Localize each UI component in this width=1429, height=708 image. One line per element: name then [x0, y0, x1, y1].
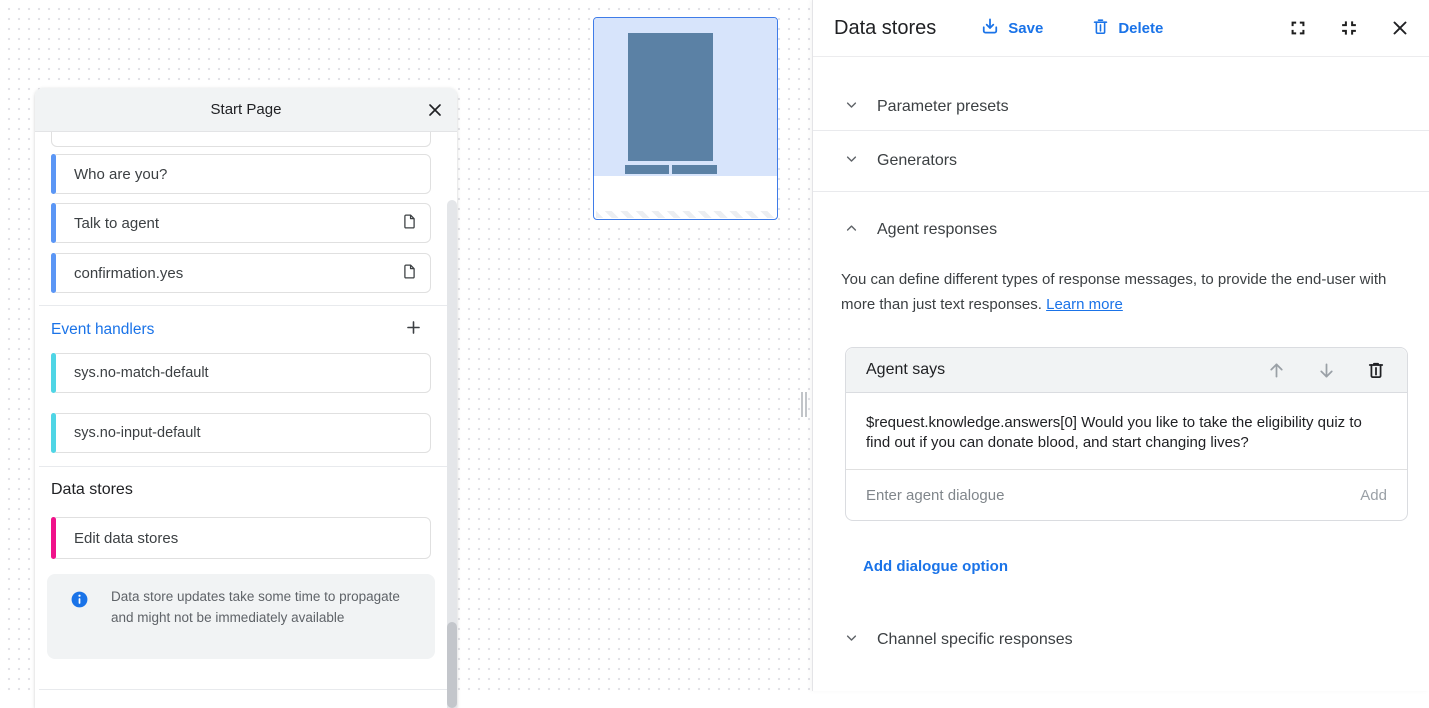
data-store-label: Edit data stores [74, 530, 178, 547]
event-handler-accent-bar [51, 413, 56, 453]
data-store-item[interactable]: Edit data stores [51, 517, 431, 559]
section-label: Channel specific responses [877, 631, 1073, 649]
save-button[interactable]: Save [980, 16, 1043, 40]
delete-label: Delete [1118, 20, 1163, 37]
minimap-node-bar [672, 165, 717, 174]
divider [39, 305, 457, 306]
panel-resize-handle[interactable] [805, 392, 807, 417]
start-page-header[interactable]: Start Page [35, 88, 457, 132]
chevron-up-icon [843, 219, 860, 241]
info-note-text: Data store updates take some time to pro… [111, 586, 411, 647]
scrollbar-track[interactable] [447, 200, 457, 708]
route-label: Who are you? [74, 166, 167, 183]
close-icon[interactable] [425, 100, 445, 120]
agent-responses-description: You can define different types of respon… [841, 267, 1419, 317]
start-page-card: Start Page Who are you? Talk to agent [35, 88, 457, 708]
route-accent-bar [51, 203, 56, 243]
section-agent-responses[interactable]: Agent responses [813, 192, 1429, 267]
flow-node-preview[interactable] [593, 17, 778, 220]
chevron-down-icon [843, 96, 860, 118]
save-icon [980, 16, 1000, 40]
agent-says-card: Agent says $request.knowledge.answers[0]… [845, 347, 1408, 521]
fullscreen-icon[interactable] [1287, 17, 1309, 39]
event-handlers-row: Event handlers [51, 315, 431, 345]
inspector-header: Data stores Save Delete [813, 0, 1429, 57]
add-dialogue-option-link[interactable]: Add dialogue option [863, 558, 1008, 575]
section-generators[interactable]: Generators [813, 131, 1429, 192]
agent-dialogue-text[interactable]: $request.knowledge.answers[0] Would you … [846, 393, 1407, 470]
agent-says-header: Agent says [846, 348, 1407, 393]
info-note: Data store updates take some time to pro… [47, 574, 435, 659]
event-handler-label: sys.no-input-default [74, 425, 201, 441]
event-handler-accent-bar [51, 353, 56, 393]
section-parameter-presets[interactable]: Parameter presets [813, 83, 1429, 131]
route-accent-bar [51, 154, 56, 194]
agent-dialogue-input[interactable] [866, 487, 1360, 504]
move-up-icon[interactable] [1265, 359, 1287, 381]
fullscreen-exit-icon[interactable] [1338, 17, 1360, 39]
chevron-down-icon [843, 150, 860, 172]
event-handler-item[interactable]: sys.no-match-default [51, 353, 431, 393]
section-label: Parameter presets [877, 98, 1009, 116]
move-down-icon[interactable] [1315, 359, 1337, 381]
event-handlers-heading[interactable]: Event handlers [51, 321, 154, 339]
delete-response-icon[interactable] [1365, 359, 1387, 381]
agent-dialogue-input-row: Add [846, 470, 1407, 520]
section-label: Generators [877, 152, 957, 170]
minimap-hatch-strip [596, 211, 775, 218]
page-icon [401, 213, 418, 234]
info-icon [47, 586, 111, 647]
event-handler-item[interactable]: sys.no-input-default [51, 413, 431, 453]
route-accent-bar [51, 253, 56, 293]
agent-says-title: Agent says [866, 361, 945, 379]
add-event-handler-icon[interactable] [404, 318, 423, 342]
route-label: confirmation.yes [74, 265, 183, 282]
data-stores-heading: Data stores [51, 479, 457, 501]
route-label: Talk to agent [74, 215, 159, 232]
data-store-accent-bar [51, 517, 56, 559]
learn-more-link[interactable]: Learn more [1046, 296, 1123, 313]
scrollbar-thumb[interactable] [447, 622, 457, 708]
route-item[interactable]: confirmation.yes [51, 253, 431, 293]
divider [39, 466, 457, 467]
chevron-down-icon [843, 629, 860, 651]
add-button[interactable]: Add [1360, 487, 1387, 504]
save-label: Save [1008, 20, 1043, 37]
route-item-partial[interactable] [51, 132, 431, 147]
route-item[interactable]: Talk to agent [51, 203, 431, 243]
page-icon [401, 263, 418, 284]
route-item[interactable]: Who are you? [51, 154, 431, 194]
delete-button[interactable]: Delete [1091, 17, 1163, 40]
minimap-node-rect [628, 33, 713, 161]
close-panel-icon[interactable] [1389, 17, 1411, 39]
section-label: Agent responses [877, 221, 997, 239]
start-page-title: Start Page [211, 101, 282, 118]
data-stores-inspector-panel: Data stores Save Delete [812, 0, 1429, 691]
panel-resize-handle[interactable] [801, 392, 803, 417]
event-handler-label: sys.no-match-default [74, 365, 209, 381]
minimap-node-bar [625, 165, 669, 174]
inspector-title: Data stores [834, 17, 936, 40]
divider [39, 689, 457, 690]
section-channel-specific-responses[interactable]: Channel specific responses [813, 616, 1429, 664]
delete-icon [1091, 17, 1110, 40]
